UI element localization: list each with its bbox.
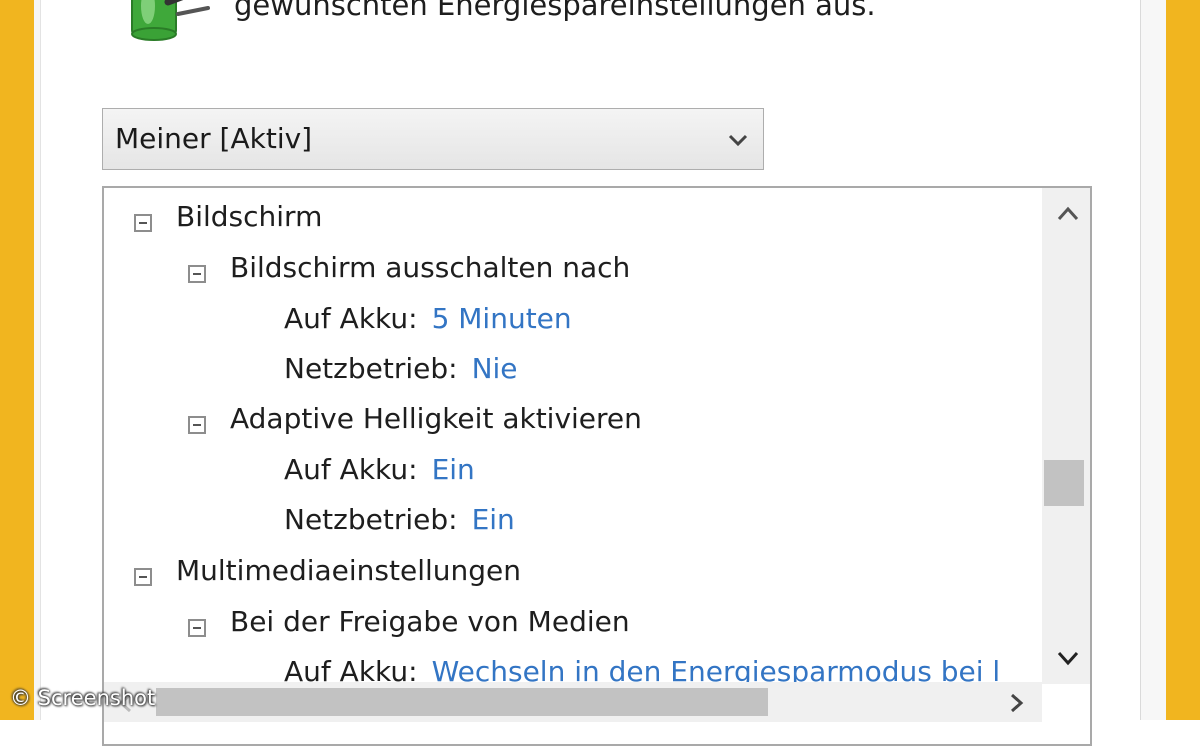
setting-label: Auf Akku: <box>284 453 418 486</box>
tree-item-display-off[interactable]: Bildschirm ausschalten nach <box>230 246 630 290</box>
tree-group-multimedia[interactable]: Multimediaeinstellungen <box>176 549 521 593</box>
vertical-scrollbar[interactable] <box>1042 188 1090 684</box>
window-frame-left <box>0 0 34 720</box>
horizontal-scrollbar[interactable] <box>104 682 1042 722</box>
collapse-icon[interactable] <box>188 265 206 283</box>
window-border-right <box>1140 0 1167 720</box>
battery-plug-icon <box>131 0 210 41</box>
setting-row-display-off-ac: Netzbetrieb: Nie <box>284 347 518 391</box>
chevron-down-icon[interactable] <box>1056 648 1080 668</box>
vertical-scroll-thumb[interactable] <box>1044 460 1084 506</box>
setting-row-display-off-battery: Auf Akku: 5 Minuten <box>284 297 572 341</box>
collapse-icon[interactable] <box>134 568 152 586</box>
chevron-down-icon <box>728 134 748 147</box>
setting-label: Netzbetrieb: <box>284 352 458 385</box>
setting-row-adaptive-ac: Netzbetrieb: Ein <box>284 498 515 542</box>
header-text: gewünschten Energiespareinstellungen aus… <box>234 0 876 22</box>
window-border-left <box>34 0 41 720</box>
setting-label: Auf Akku: <box>284 302 418 335</box>
setting-value-adaptive-ac[interactable]: Ein <box>472 503 515 536</box>
collapse-icon[interactable] <box>188 416 206 434</box>
collapse-icon[interactable] <box>134 214 152 232</box>
power-plan-selected-value: Meiner [Aktiv] <box>115 122 313 155</box>
collapse-icon[interactable] <box>188 619 206 637</box>
advanced-settings-tree[interactable]: Bildschirm Bildschirm ausschalten nach A… <box>102 186 1092 746</box>
chevron-up-icon[interactable] <box>1056 204 1080 224</box>
setting-row-adaptive-battery: Auf Akku: Ein <box>284 448 475 492</box>
setting-label: Netzbetrieb: <box>284 503 458 536</box>
horizontal-scroll-thumb[interactable] <box>156 688 768 716</box>
tree-item-media-sharing[interactable]: Bei der Freigabe von Medien <box>230 600 630 644</box>
setting-value-display-off-ac[interactable]: Nie <box>472 352 518 385</box>
power-plan-select[interactable]: Meiner [Aktiv] <box>102 108 764 170</box>
window-frame-right <box>1166 0 1200 720</box>
tree-group-display[interactable]: Bildschirm <box>176 195 322 239</box>
setting-value-adaptive-battery[interactable]: Ein <box>432 453 475 486</box>
tree-item-adaptive-brightness[interactable]: Adaptive Helligkeit aktivieren <box>230 397 642 441</box>
chevron-right-icon[interactable] <box>1006 692 1026 714</box>
setting-value-display-off-battery[interactable]: 5 Minuten <box>432 302 572 335</box>
screenshot-watermark: © Screenshot <box>10 686 156 710</box>
